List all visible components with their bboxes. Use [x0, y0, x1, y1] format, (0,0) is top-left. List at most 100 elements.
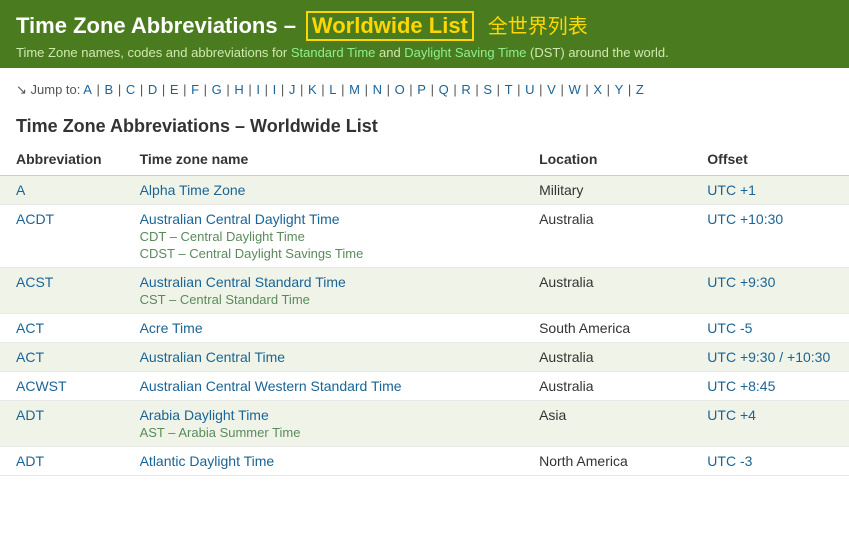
jump-link-y[interactable]: Y	[615, 82, 624, 97]
jump-link-h[interactable]: H	[234, 82, 243, 97]
page-header: Time Zone Abbreviations – Worldwide List…	[0, 0, 849, 68]
offset-value: UTC -3	[707, 453, 752, 469]
abbr-link[interactable]: ACST	[16, 274, 53, 290]
jump-letters: A | B | C | D | E | F | G | H | I | I | …	[83, 82, 644, 97]
cell-abbreviation: ACT	[0, 314, 124, 343]
col-location: Location	[523, 143, 691, 176]
jump-link-s[interactable]: S	[483, 82, 492, 97]
cell-abbreviation: ADT	[0, 447, 124, 476]
offset-value: UTC +10:30	[707, 211, 783, 227]
col-timezone-name: Time zone name	[124, 143, 523, 176]
cell-abbreviation: ACST	[0, 268, 124, 314]
timezone-name-link[interactable]: Acre Time	[140, 320, 203, 336]
jump-link-k[interactable]: K	[308, 82, 317, 97]
table-header-row: Abbreviation Time zone name Location Off…	[0, 143, 849, 176]
jump-label: ↘ Jump to:	[16, 82, 80, 97]
timezone-name-link[interactable]: Australian Central Daylight Time	[140, 211, 340, 227]
jump-link-r[interactable]: R	[461, 82, 470, 97]
cell-location: North America	[523, 447, 691, 476]
timezone-name-link[interactable]: Australian Central Standard Time	[140, 274, 346, 290]
cell-timezone-name: Atlantic Daylight Time	[124, 447, 523, 476]
cell-location: Military	[523, 176, 691, 205]
cell-abbreviation: ACWST	[0, 372, 124, 401]
timezone-sub-name: AST – Arabia Summer Time	[140, 425, 507, 440]
table-row: ADT Arabia Daylight Time AST – Arabia Summ…	[0, 401, 849, 447]
jump-link-d[interactable]: D	[148, 82, 157, 97]
daylight-time-label: Daylight Saving Time	[404, 45, 526, 60]
jump-link-j[interactable]: J	[289, 82, 296, 97]
jump-link-l[interactable]: L	[329, 82, 336, 97]
jump-link-g[interactable]: G	[212, 82, 222, 97]
cell-timezone-name: Acre Time	[124, 314, 523, 343]
timezone-name-link[interactable]: Arabia Daylight Time	[140, 407, 269, 423]
offset-value: UTC +9:30	[707, 274, 775, 290]
jump-link-n[interactable]: N	[373, 82, 382, 97]
jump-link-i[interactable]: I	[256, 82, 260, 97]
jump-navigation: ↘ Jump to: A | B | C | D | E | F | G | H…	[0, 68, 849, 106]
col-offset: Offset	[691, 143, 849, 176]
section-heading: Time Zone Abbreviations – Worldwide List	[0, 106, 849, 143]
jump-link-q[interactable]: Q	[439, 82, 449, 97]
offset-value: UTC +4	[707, 407, 756, 423]
jump-link-u[interactable]: U	[525, 82, 534, 97]
jump-link-z[interactable]: Z	[636, 82, 644, 97]
worldwide-label: Worldwide List	[312, 13, 468, 38]
jump-link-i2[interactable]: I	[273, 82, 277, 97]
cell-offset: UTC +1	[691, 176, 849, 205]
jump-link-c[interactable]: C	[126, 82, 135, 97]
table-header: Abbreviation Time zone name Location Off…	[0, 143, 849, 176]
subtitle-before: Time Zone names, codes and abbreviations…	[16, 45, 291, 60]
offset-value: UTC +8:45	[707, 378, 775, 394]
cell-offset: UTC +4	[691, 401, 849, 447]
timezone-name-link[interactable]: Australian Central Western Standard Time	[140, 378, 402, 394]
cell-location: Australia	[523, 205, 691, 268]
abbr-link[interactable]: ACT	[16, 320, 44, 336]
cell-abbreviation: A	[0, 176, 124, 205]
chinese-label: 全世界列表	[488, 16, 588, 38]
col-abbreviation: Abbreviation	[0, 143, 124, 176]
header-title-row: Time Zone Abbreviations – Worldwide List…	[16, 10, 833, 41]
table-row: ADT Atlantic Daylight Time North America UT…	[0, 447, 849, 476]
abbr-link[interactable]: A	[16, 182, 25, 198]
cell-offset: UTC +9:30 / +10:30	[691, 343, 849, 372]
table-row: ACT Australian Central Time Australia UTC +…	[0, 343, 849, 372]
timezone-sub-name: CDST – Central Daylight Savings Time	[140, 246, 507, 261]
timezone-name-link[interactable]: Atlantic Daylight Time	[140, 453, 275, 469]
table-row: A Alpha Time Zone Military UTC +1	[0, 176, 849, 205]
timezone-name-link[interactable]: Alpha Time Zone	[140, 182, 246, 198]
cell-location: Australia	[523, 343, 691, 372]
jump-link-p[interactable]: P	[417, 82, 426, 97]
abbr-link[interactable]: ADT	[16, 453, 44, 469]
timezone-name-link[interactable]: Australian Central Time	[140, 349, 286, 365]
section-title: Time Zone Abbreviations – Worldwide List	[16, 116, 833, 137]
abbr-link[interactable]: ADT	[16, 407, 44, 423]
timezone-sub-name: CDT – Central Daylight Time	[140, 229, 507, 244]
abbr-link[interactable]: ACDT	[16, 211, 54, 227]
table-row: ACDT Australian Central Daylight Time CDT …	[0, 205, 849, 268]
jump-link-f[interactable]: F	[191, 82, 199, 97]
jump-link-v[interactable]: V	[547, 82, 556, 97]
jump-link-b[interactable]: B	[105, 82, 114, 97]
jump-link-o[interactable]: O	[395, 82, 405, 97]
jump-link-m[interactable]: M	[349, 82, 360, 97]
subtitle-and: and	[375, 45, 404, 60]
offset-value: UTC +9:30 / +10:30	[707, 349, 830, 365]
offset-value: UTC +1	[707, 182, 756, 198]
cell-location: Asia	[523, 401, 691, 447]
jump-link-t[interactable]: T	[505, 82, 513, 97]
cell-timezone-name: Australian Central Western Standard Time	[124, 372, 523, 401]
standard-time-label: Standard Time	[291, 45, 376, 60]
cell-abbreviation: ACT	[0, 343, 124, 372]
cell-location: Australia	[523, 268, 691, 314]
jump-link-x[interactable]: X	[593, 82, 602, 97]
cell-location: South America	[523, 314, 691, 343]
abbr-link[interactable]: ACWST	[16, 378, 67, 394]
jump-link-a[interactable]: A	[83, 82, 92, 97]
jump-link-e[interactable]: E	[170, 82, 179, 97]
cell-timezone-name: Alpha Time Zone	[124, 176, 523, 205]
abbr-link[interactable]: ACT	[16, 349, 44, 365]
worldwide-box: Worldwide List	[306, 11, 474, 41]
cell-timezone-name: Australian Central Daylight Time CDT – Ce…	[124, 205, 523, 268]
jump-link-w[interactable]: W	[568, 82, 580, 97]
offset-value: UTC -5	[707, 320, 752, 336]
